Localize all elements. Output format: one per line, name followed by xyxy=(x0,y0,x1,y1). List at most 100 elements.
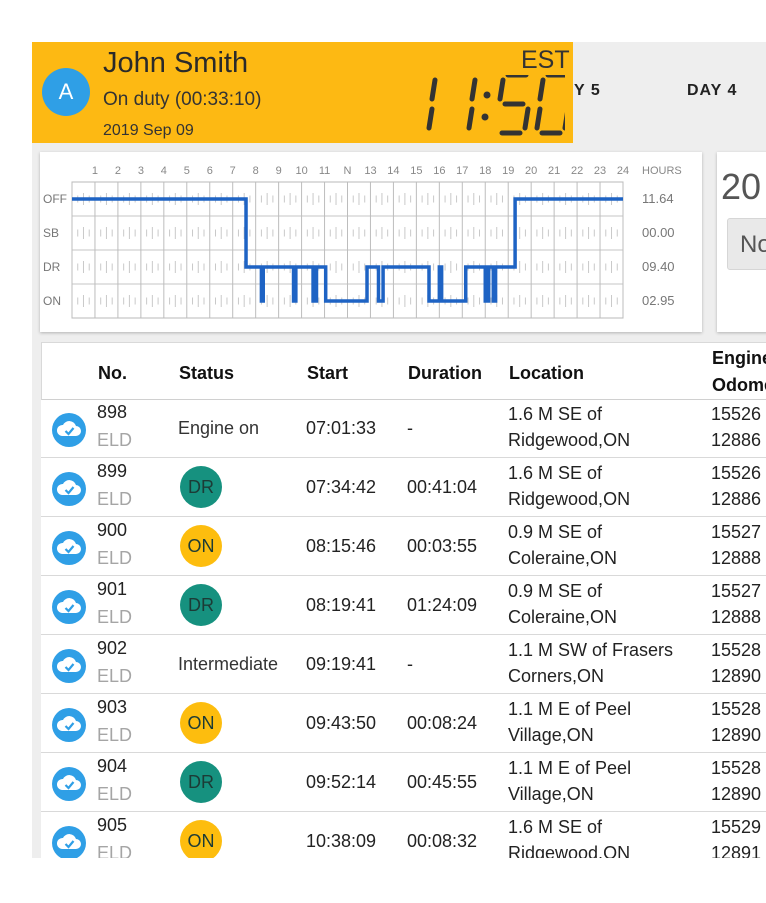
side-year: 20 xyxy=(721,166,762,207)
odometer: 12886 xyxy=(711,489,762,509)
clock-digit xyxy=(534,75,565,136)
status-badge: ON xyxy=(180,525,222,567)
hour-tick-label: 17 xyxy=(456,165,468,177)
odometer: 12890 xyxy=(711,666,762,686)
event-location-line2: Ridgewood,ON xyxy=(508,489,631,509)
event-duration: 01:24:09 xyxy=(407,595,478,615)
hour-tick-label: 19 xyxy=(502,165,514,177)
event-duration: 00:03:55 xyxy=(407,536,478,556)
status-badge: ON xyxy=(180,702,222,744)
event-number: 902 xyxy=(97,638,128,658)
event-number: 905 xyxy=(97,815,128,835)
clock-colon-dot xyxy=(481,113,489,121)
hour-tick-label: 7 xyxy=(230,165,236,177)
avatar[interactable]: A xyxy=(42,68,90,116)
status-row-total: 09.40 xyxy=(642,259,675,274)
col-status: Status xyxy=(179,363,235,383)
hours-header: HOURS xyxy=(642,165,682,177)
event-source: ELD xyxy=(97,607,133,627)
col-engine: Engine xyxy=(712,348,766,368)
cloud-sync-icon[interactable] xyxy=(52,531,86,565)
cloud-sync-icon[interactable] xyxy=(52,708,86,742)
status-row-total: 02.95 xyxy=(642,293,675,308)
event-location-line1: 1.6 M SE of xyxy=(508,463,603,483)
clock-digit xyxy=(466,77,478,131)
tab-day-4[interactable]: DAY 4 xyxy=(687,82,737,100)
status-text: Engine on xyxy=(178,418,260,438)
event-number: 904 xyxy=(97,756,128,776)
table-row[interactable]: 905 ELD ON 10:38:09 00:08:32 1.6 M SE of Ridge… xyxy=(41,812,766,858)
odometer: 12886 xyxy=(711,430,762,450)
log-chart-card: 1 2 3 4 5 6 7 8 9 10 11 N 13 14 15 16 17 18 19 20 21 22 23 24 HO… xyxy=(40,152,702,332)
side-button[interactable]: No xyxy=(727,218,766,270)
event-start: 07:34:42 xyxy=(306,477,377,497)
cloud-sync-icon[interactable] xyxy=(52,472,86,506)
col-duration: Duration xyxy=(408,363,482,383)
odometer: 12890 xyxy=(711,725,762,745)
event-source: ELD xyxy=(97,430,133,450)
hour-tick-label: 4 xyxy=(161,165,167,177)
event-location-line1: 1.1 M E of Peel xyxy=(508,758,632,778)
status-badge: DR xyxy=(180,466,222,508)
table-row[interactable]: 898 ELD Engine on 07:01:33 - 1.6 M SE of Ridge… xyxy=(41,399,766,458)
cloud-sync-icon[interactable] xyxy=(52,767,86,801)
table-row[interactable]: 904 ELD DR 09:52:14 00:45:55 1.1 M E of Peel V… xyxy=(41,753,766,812)
status-badge: DR xyxy=(180,761,222,803)
table-row[interactable]: 899 ELD DR 07:34:42 00:41:04 1.6 M SE of Ridge… xyxy=(41,458,766,517)
status-badge: DR xyxy=(180,584,222,626)
cloud-sync-icon[interactable] xyxy=(52,413,86,447)
table-header: No. Status Start Duration Location Engin… xyxy=(41,342,766,400)
hour-tick-label: 23 xyxy=(594,165,606,177)
table-row[interactable]: 900 ELD ON 08:15:46 00:03:55 0.9 M SE of Coler… xyxy=(41,517,766,576)
event-start: 09:43:50 xyxy=(306,713,377,733)
event-number: 898 xyxy=(97,402,128,422)
tab-day-5[interactable]: Y 5 xyxy=(574,82,601,100)
table-row[interactable]: 903 ELD ON 09:43:50 00:08:24 1.1 M E of Peel V… xyxy=(41,694,766,753)
event-source: ELD xyxy=(97,548,133,568)
event-number: 903 xyxy=(97,697,128,717)
odometer: 12891 xyxy=(711,843,762,858)
hour-tick-label: 22 xyxy=(571,165,583,177)
event-location-line1: 1.1 M SW of Frasers xyxy=(508,640,674,660)
cloud-sync-icon[interactable] xyxy=(52,826,86,858)
event-number: 900 xyxy=(97,520,128,540)
event-location-line2: Coleraine,ON xyxy=(508,548,618,568)
event-start: 08:15:46 xyxy=(306,536,377,556)
cloud-sync-icon[interactable] xyxy=(52,590,86,624)
event-number: 901 xyxy=(97,579,128,599)
status-badge: ON xyxy=(180,820,222,858)
hour-tick-label: 10 xyxy=(295,165,307,177)
col-start: Start xyxy=(307,363,349,383)
odometer: 12888 xyxy=(711,607,762,627)
clock-digit xyxy=(426,77,438,131)
event-location-line1: 1.1 M E of Peel xyxy=(508,699,632,719)
hour-tick-label: 9 xyxy=(276,165,282,177)
hour-tick-label: 20 xyxy=(525,165,537,177)
table-row[interactable]: 901 ELD DR 08:19:41 01:24:09 0.9 M SE of Coler… xyxy=(41,576,766,635)
hour-tick-label: 16 xyxy=(433,165,445,177)
engine-hours: 15528 xyxy=(711,640,762,660)
engine-hours: 15528 xyxy=(711,699,762,719)
hour-tick-label: 13 xyxy=(364,165,376,177)
engine-hours: 15527 xyxy=(711,581,762,601)
events-table: No. Status Start Duration Location Engin… xyxy=(41,342,766,858)
engine-hours: 15527 xyxy=(711,522,762,542)
hour-tick-label: 8 xyxy=(253,165,259,177)
event-source: ELD xyxy=(97,489,133,509)
table-row[interactable]: 902 ELD Intermediate 09:19:41 - 1.1 M SW of F… xyxy=(41,635,766,694)
event-duration: 00:08:32 xyxy=(407,831,478,851)
side-button-label: No xyxy=(740,231,766,258)
event-location-line2: Corners,ON xyxy=(508,666,605,686)
digital-clock xyxy=(426,75,565,136)
hour-tick-label: 5 xyxy=(184,165,190,177)
hour-tick-label: 21 xyxy=(548,165,560,177)
cloud-sync-icon[interactable] xyxy=(52,649,86,683)
status-text: Intermediate xyxy=(178,654,279,674)
event-location-line1: 1.6 M SE of xyxy=(508,404,603,424)
event-location-line1: 0.9 M SE of xyxy=(508,581,603,601)
status-row-label: ON xyxy=(43,294,61,308)
event-source: ELD xyxy=(97,843,133,858)
clock-colon-dot xyxy=(483,91,491,99)
event-location-line2: Village,ON xyxy=(508,725,594,745)
event-duration: 00:41:04 xyxy=(407,477,478,497)
